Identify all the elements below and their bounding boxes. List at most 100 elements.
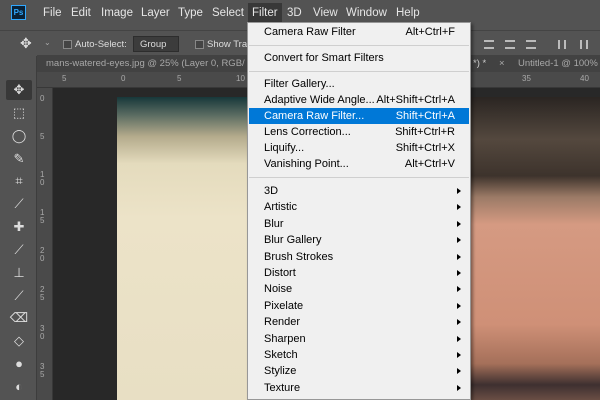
- menu-item-label: Vanishing Point...: [264, 158, 349, 170]
- menu-file[interactable]: File: [43, 7, 62, 19]
- dodge-tool-icon[interactable]: ◐: [6, 377, 32, 397]
- ruler-label: 25: [40, 285, 45, 302]
- brush-tool-icon[interactable]: ⟋: [6, 240, 32, 260]
- menu-item-label: Noise: [264, 283, 293, 296]
- submenu-arrow-icon: [457, 270, 461, 276]
- menu-edit[interactable]: Edit: [71, 7, 91, 19]
- marquee-tool-icon[interactable]: ⬚: [6, 103, 32, 123]
- auto-select-dropdown[interactable]: Group ⌄: [133, 36, 179, 60]
- menu-item-label: Filter Gallery...: [264, 78, 335, 90]
- menu-item-distort[interactable]: Distort: [249, 265, 469, 281]
- align-top-icon[interactable]: [484, 40, 494, 49]
- menu-item-blur[interactable]: Blur: [249, 216, 469, 232]
- menu-item-blur-gallery[interactable]: Blur Gallery: [249, 232, 469, 248]
- submenu-arrow-icon: [457, 253, 461, 260]
- filter-menu: Camera Raw Filter Alt+Ctrl+F Convert for …: [247, 22, 471, 400]
- ruler-label: 0: [121, 74, 126, 83]
- menu-type[interactable]: Type: [178, 7, 203, 19]
- menu-item-label: Render: [264, 316, 301, 329]
- tab-mans-watered-eyes[interactable]: mans-watered-eyes.jpg @ 25% (Layer 0, RG…: [46, 58, 245, 69]
- menu-item-label: Sketch: [264, 349, 298, 361]
- distribute-center-icon[interactable]: [580, 40, 588, 49]
- submenu-arrow-icon: [457, 335, 461, 342]
- tab-close-icon[interactable]: ×: [499, 58, 505, 69]
- eraser-tool-icon[interactable]: ⌫: [6, 308, 32, 328]
- menu-separator: [249, 177, 469, 178]
- menu-item-shortcut: Shift+Ctrl+R: [395, 126, 455, 138]
- menu-item-camera-raw-filter[interactable]: Camera Raw Filter... Shift+Ctrl+A: [249, 108, 469, 124]
- ruler-label: 40: [580, 74, 589, 83]
- show-transform-checkbox[interactable]: [195, 40, 204, 49]
- menu-select[interactable]: Select: [212, 7, 244, 19]
- menu-item-lens-correction[interactable]: Lens Correction... Shift+Ctrl+R: [249, 124, 469, 140]
- clone-stamp-tool-icon[interactable]: ⊥: [6, 263, 32, 283]
- menu-item-label: Texture: [264, 381, 301, 394]
- distribute-left-icon[interactable]: [558, 40, 566, 49]
- menu-item-3d[interactable]: 3D: [249, 183, 469, 199]
- menu-image[interactable]: Image: [101, 7, 133, 19]
- lasso-tool-icon[interactable]: ◯: [6, 126, 32, 146]
- blur-tool-icon[interactable]: ●: [6, 354, 32, 374]
- auto-select-label: Auto-Select:: [75, 39, 127, 50]
- menu-separator: [249, 71, 469, 72]
- crop-tool-icon[interactable]: ⌗: [6, 171, 32, 191]
- submenu-arrow-icon: [457, 302, 461, 309]
- ruler-label: 35: [522, 74, 531, 83]
- menu-item-label: Artistic: [264, 201, 297, 214]
- menu-item-label: Brush Strokes: [264, 250, 334, 263]
- align-middle-icon[interactable]: [505, 40, 515, 49]
- menu-item-artistic[interactable]: Artistic: [249, 199, 469, 215]
- ruler-label: 5: [40, 132, 45, 141]
- menu-filter[interactable]: Filter: [248, 3, 282, 23]
- menu-item-label: Pixelate: [264, 299, 304, 312]
- align-bottom-icon[interactable]: [526, 40, 536, 49]
- menu-item-brush-strokes[interactable]: Brush Strokes: [249, 249, 469, 265]
- tab-untitled-1[interactable]: Untitled-1 @ 100%: [518, 58, 598, 69]
- menu-item-liquify[interactable]: Liquify... Shift+Ctrl+X: [249, 140, 469, 156]
- menu-item-render[interactable]: Render: [249, 314, 469, 330]
- ruler-label: 35: [40, 362, 45, 379]
- menu-item-label: 3D: [264, 185, 279, 197]
- submenu-arrow-icon: [457, 368, 461, 375]
- ruler-label: 5: [177, 74, 182, 83]
- menu-item-label: Stylize: [264, 365, 297, 378]
- menu-layer[interactable]: Layer: [141, 7, 170, 19]
- move-tool-icon[interactable]: ✥: [6, 80, 32, 100]
- auto-select-checkbox[interactable]: [63, 40, 72, 49]
- menu-item-texture[interactable]: Texture: [249, 380, 469, 396]
- menu-item-pixelate[interactable]: Pixelate: [249, 298, 469, 314]
- menu-view[interactable]: View: [313, 7, 338, 19]
- healing-brush-tool-icon[interactable]: ✚: [6, 217, 32, 237]
- eyedropper-tool-icon[interactable]: ⟋: [6, 194, 32, 214]
- menu-item-label: Blur Gallery: [264, 234, 322, 247]
- menu-3d[interactable]: 3D: [287, 7, 302, 19]
- menu-window[interactable]: Window: [346, 7, 387, 19]
- menu-item-vanishing-point[interactable]: Vanishing Point... Alt+Ctrl+V: [249, 156, 469, 172]
- menu-item-label: Lens Correction...: [264, 126, 351, 138]
- submenu-arrow-icon: [457, 188, 461, 194]
- quick-selection-tool-icon[interactable]: ✎: [6, 149, 32, 169]
- paint-bucket-tool-icon[interactable]: ◇: [6, 331, 32, 351]
- ruler-label: 5: [62, 74, 67, 83]
- ruler-label: 20: [40, 246, 45, 263]
- menu-help[interactable]: Help: [396, 7, 420, 19]
- show-transform-label: Show Tran: [207, 39, 253, 50]
- menu-item-noise[interactable]: Noise: [249, 281, 469, 297]
- move-tool-icon[interactable]: ✥: [20, 35, 32, 52]
- menu-item-stylize[interactable]: Stylize: [249, 363, 469, 379]
- menu-item-adaptive-wide-angle[interactable]: Adaptive Wide Angle... Alt+Shift+Ctrl+A: [249, 92, 469, 108]
- history-brush-tool-icon[interactable]: ⟋: [6, 286, 32, 306]
- submenu-arrow-icon: [457, 319, 461, 326]
- chevron-down-icon[interactable]: ⌄: [44, 38, 51, 47]
- submenu-arrow-icon: [457, 352, 461, 358]
- menu-item-filter-gallery[interactable]: Filter Gallery...: [249, 76, 469, 92]
- tab-modified-suffix: *) *: [473, 58, 487, 69]
- menu-item-sharpen[interactable]: Sharpen: [249, 331, 469, 347]
- menu-item-convert-smart-filters[interactable]: Convert for Smart Filters: [249, 50, 469, 66]
- menu-separator: [249, 45, 469, 46]
- menu-item-camera-raw-filter-last[interactable]: Camera Raw Filter Alt+Ctrl+F: [249, 24, 469, 40]
- menu-item-label: Camera Raw Filter...: [264, 110, 365, 122]
- submenu-arrow-icon: [457, 237, 461, 244]
- menu-item-sketch[interactable]: Sketch: [249, 347, 469, 363]
- menu-item-shortcut: Shift+Ctrl+X: [395, 142, 455, 154]
